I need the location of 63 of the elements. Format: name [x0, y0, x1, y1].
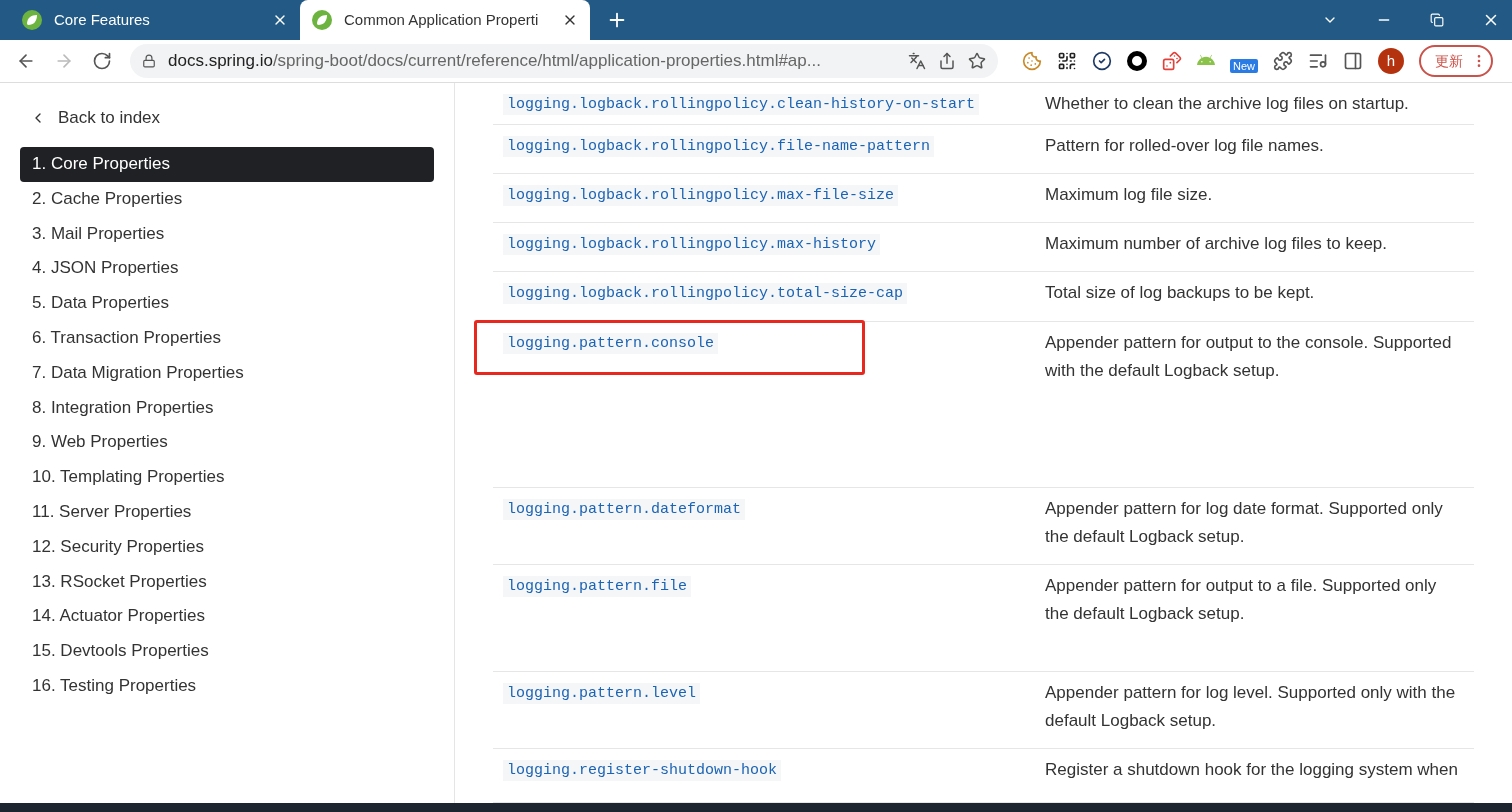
property-description: Register a shutdown hook for the logging system when [1045, 759, 1459, 781]
share-icon[interactable] [938, 52, 956, 70]
update-button[interactable]: 更新 [1419, 45, 1493, 77]
property-description: the default Logback setup. [1045, 526, 1246, 548]
sidebar-link[interactable]: 5. Data Properties [20, 286, 434, 321]
property-key: logging.pattern.console [503, 333, 719, 354]
sidebar-link[interactable]: 9. Web Properties [20, 425, 434, 461]
leaf-logo-icon [22, 10, 42, 30]
url-text: docs.spring.io/spring-boot/docs/current/reference/html/application-properties.html#ap... [168, 50, 822, 73]
translate-icon[interactable] [908, 52, 926, 70]
restore-icon[interactable] [1430, 13, 1444, 27]
dice-icon[interactable] [1162, 51, 1182, 71]
puzzle-icon[interactable] [1273, 51, 1293, 71]
leaf-logo-icon [312, 10, 332, 30]
property-description: the default Logback setup. [1045, 603, 1246, 625]
property-description: Maximum number of archive log files to keep. [1045, 233, 1389, 255]
profile-avatar[interactable]: h [1378, 48, 1404, 74]
property-key: logging.logback.rollingpolicy.total-size-cap [503, 283, 908, 304]
property-description: Maximum log file size. [1045, 184, 1214, 206]
property-key: logging.pattern.level [503, 683, 701, 704]
lock-icon [142, 54, 156, 68]
browser-tab[interactable]: Common Application Properti [300, 0, 590, 40]
sidebar-link[interactable]: 8. Integration Properties [20, 390, 434, 426]
property-key: logging.register-shutdown-hook [503, 760, 782, 781]
property-description: Appender pattern for output to the console. Supported [1045, 332, 1453, 354]
playlist-icon[interactable] [1308, 51, 1328, 71]
new-badge[interactable]: New [1230, 59, 1258, 73]
property-key: logging.logback.rollingpolicy.max-history [503, 234, 881, 255]
address-bar[interactable]: docs.spring.io/spring-boot/docs/current/reference/html/application-properties.html#ap... [130, 44, 998, 78]
sidebar-link[interactable]: 1. Core Properties [20, 147, 434, 182]
sidebar-link[interactable]: 10. Templating Properties [20, 460, 434, 495]
sidebar-link[interactable]: 3. Mail Properties [20, 216, 434, 252]
property-key: logging.logback.rollingpolicy.clean-history-on-start [503, 94, 980, 115]
bookmark-star-icon[interactable] [968, 52, 986, 70]
sidebar-link[interactable]: 15. Devtools Properties [20, 634, 434, 669]
property-description: with the default Logback setup. [1045, 360, 1281, 382]
property-key: logging.pattern.dateformat [503, 499, 746, 520]
side-panel-icon[interactable] [1343, 51, 1363, 71]
sidebar-link[interactable]: 11. Server Properties [20, 494, 434, 530]
back-link[interactable]: Back to index [30, 107, 434, 129]
property-description: Appender pattern for log date format. Supported only [1045, 498, 1444, 520]
property-description: Total size of log backups to be kept. [1045, 282, 1316, 304]
sidebar-link[interactable]: 14. Actuator Properties [20, 599, 434, 635]
sidebar-link[interactable]: 12. Security Properties [20, 529, 434, 565]
sidebar-link[interactable]: 16. Testing Properties [20, 668, 434, 704]
sidebar-link[interactable]: 13. RSocket Properties [20, 564, 434, 600]
check-circle-icon[interactable] [1092, 51, 1112, 71]
property-key: logging.pattern.file [503, 576, 692, 597]
ring-icon[interactable] [1127, 51, 1147, 71]
sidebar-link[interactable]: 6. Transaction Properties [20, 321, 434, 356]
property-description: Appender pattern for log level. Supported only with the [1045, 682, 1457, 704]
sidebar-link[interactable]: 7. Data Migration Properties [20, 355, 434, 391]
cookie-icon[interactable] [1022, 51, 1042, 71]
property-key: logging.logback.rollingpolicy.max-file-size [503, 185, 899, 206]
sidebar-link[interactable]: 4. JSON Properties [20, 251, 434, 287]
property-key: logging.logback.rollingpolicy.file-name-pattern [503, 136, 935, 157]
sidebar-link[interactable]: 2. Cache Properties [20, 181, 434, 217]
property-description: default Logback setup. [1045, 710, 1218, 732]
property-description: Whether to clean the archive log files on startup. [1045, 93, 1410, 115]
property-description: Pattern for rolled-over log file names. [1045, 135, 1325, 157]
property-description: Appender pattern for output to a file. Supported only [1045, 575, 1438, 597]
qr-code-icon[interactable] [1057, 51, 1077, 71]
reload-icon[interactable] [92, 51, 112, 71]
